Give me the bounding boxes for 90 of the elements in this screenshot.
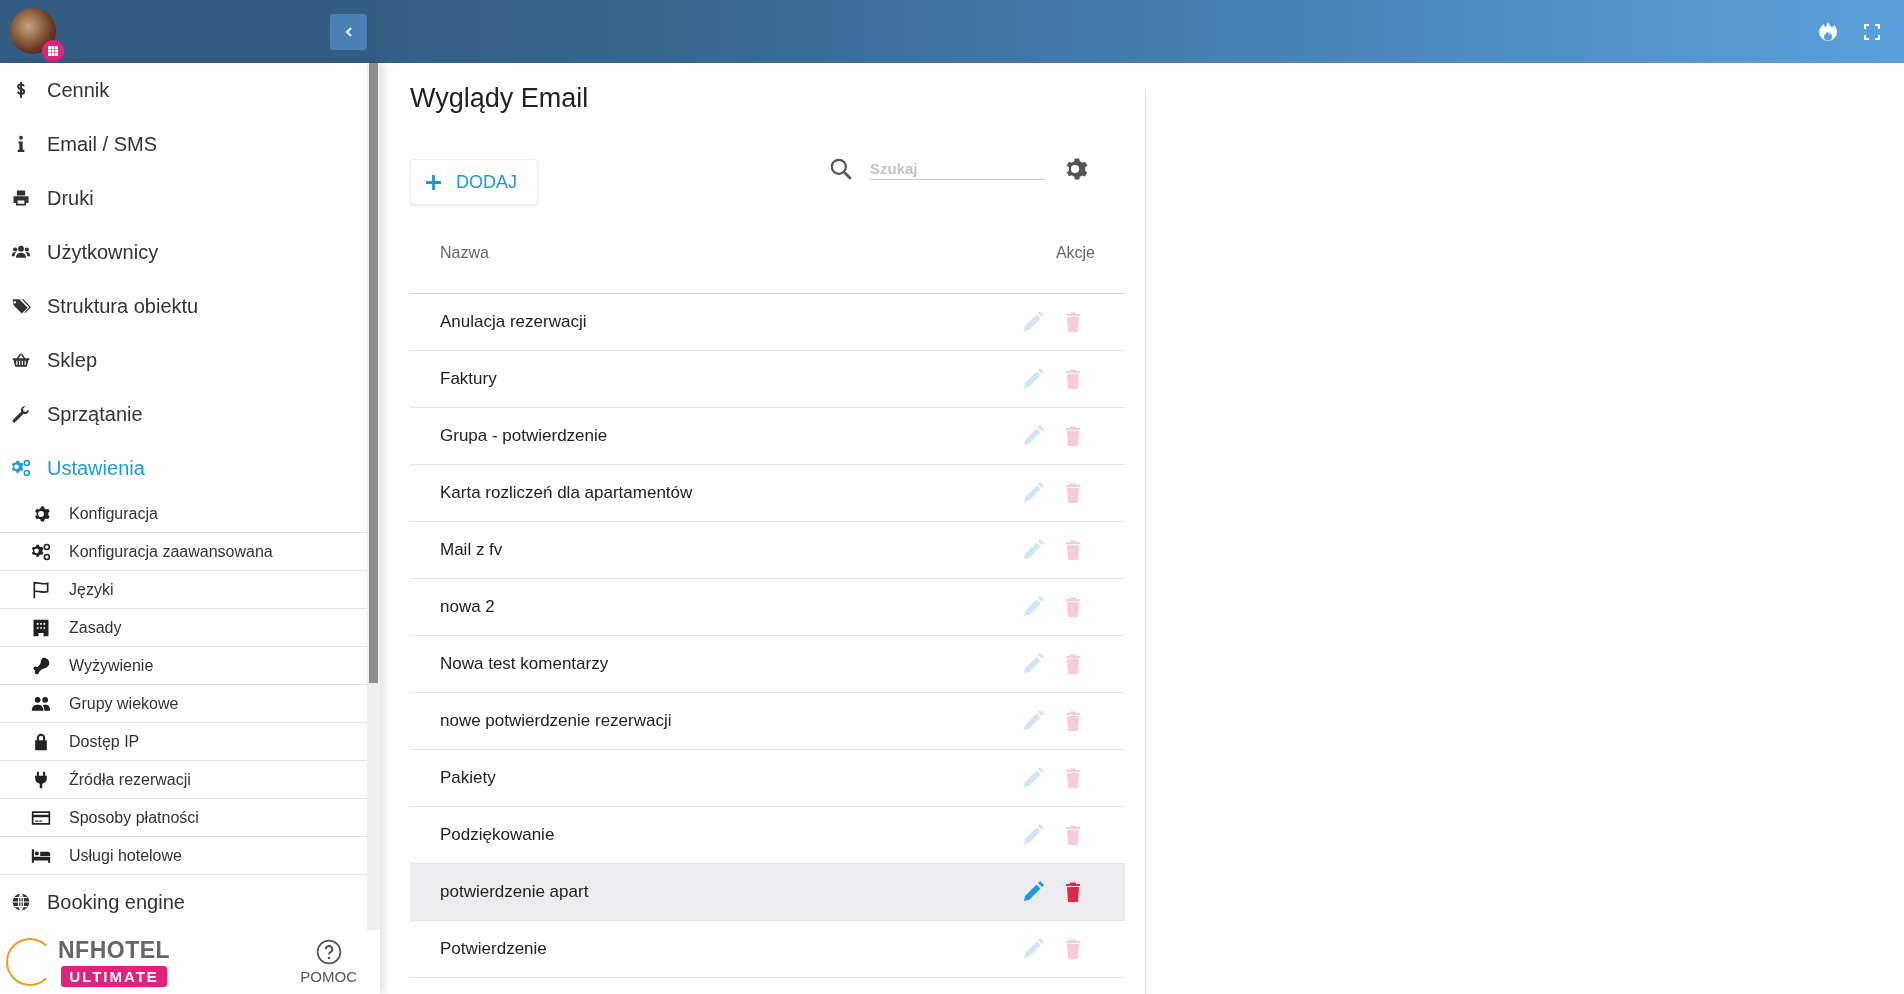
submenu-item[interactable]: Konfiguracja [0,495,367,533]
plus-icon [425,173,442,191]
table-row[interactable]: Grupa - potwierdzenie [410,408,1125,465]
pencil-icon [1021,481,1045,505]
template-name: Karta rozliczeń dla apartamentów [440,483,694,503]
edit-button[interactable] [1021,709,1045,733]
submenu-item[interactable]: Konfiguracja zaawansowana [0,533,367,571]
template-name: Faktury [440,369,498,389]
table-row[interactable]: Potwierdzenie [410,921,1125,978]
submenu-item[interactable]: Dostęp IP [0,723,367,761]
pencil-icon [1021,823,1045,847]
column-header: Akcje [1055,244,1095,262]
table-row[interactable]: nowa 2 [410,579,1125,636]
page-title: Wyglądy Email [410,81,590,115]
table-row[interactable]: Pakiety [410,750,1125,807]
question-circle-icon [315,939,342,965]
flag-icon [31,579,51,600]
template-name: Potwierdzenie [440,939,548,959]
pencil-icon [1021,310,1045,334]
edit-button[interactable] [1021,424,1045,448]
edit-button[interactable] [1021,823,1045,847]
apps-badge[interactable] [42,39,64,62]
building-icon [31,617,51,638]
template-name: Podziękowanie [440,825,556,845]
pencil-icon [1021,595,1045,619]
fullscreen-icon [1864,23,1880,40]
search-field[interactable]: Szukaj [870,158,1045,180]
table-row[interactable]: nowe potwierdzenie rezerwacji [410,693,1125,750]
table-row[interactable]: Mail z fv [410,522,1125,579]
edit-button[interactable] [1021,538,1045,562]
pencil-icon [1021,652,1045,676]
template-name: Pakiety [440,768,497,788]
avatar-photo[interactable] [10,7,56,54]
edit-button[interactable] [1021,367,1045,391]
help-button[interactable]: POMOC [300,939,357,985]
sidebar-item[interactable]: Struktura obiektu [0,279,367,333]
pencil-icon [1021,538,1045,562]
tags-icon [11,296,31,316]
edit-button[interactable] [1021,595,1045,619]
table-row[interactable]: Nowa test komentarzy [410,636,1125,693]
pencil-icon [1021,367,1045,391]
pencil-icon [1021,766,1045,790]
sidebar-item[interactable]: Użytkownicy [0,225,367,279]
template-name: Anulacja rezerwacji [440,312,588,332]
collapse-sidebar-button[interactable] [330,13,367,50]
submenu-item[interactable]: Usługi hotelowe [0,837,367,875]
edit-button[interactable] [1021,766,1045,790]
table-row[interactable]: potwierdzenie apart [410,864,1125,921]
drumstick-icon [31,655,51,676]
edit-button[interactable] [1021,481,1045,505]
sidebar-item[interactable]: Sprzątanie [0,387,367,441]
edition-badge: ULTIMATE [61,966,167,987]
scrollbar-thumb[interactable] [369,63,378,683]
search-icon [828,156,854,182]
globe-icon [11,892,31,912]
template-name: Mail z fv [440,540,504,560]
pencil-icon [1021,424,1045,448]
table-row[interactable]: Karta rozliczeń dla apartamentów [410,465,1125,522]
column-header: Nazwa [440,244,490,262]
submenu-item[interactable]: Sposoby płatności [0,799,367,837]
printer-icon [11,188,31,208]
pencil-icon [1021,880,1045,904]
submenu-item[interactable]: Wyżywienie [0,647,367,685]
edit-button[interactable] [1021,310,1045,334]
edit-button[interactable] [1021,937,1045,961]
table-row[interactable]: Faktury [410,351,1125,408]
submenu-item[interactable]: Zasady [0,609,367,647]
gears-icon [11,458,31,478]
pencil-icon [1021,937,1045,961]
template-name: nowa 2 [440,597,496,617]
template-name: potwierdzenie apart [440,882,590,902]
sidebar-item[interactable]: Druki [0,171,367,225]
gears-icon [31,541,51,562]
sidebar-item[interactable]: Email / SMS [0,117,367,171]
table-row[interactable]: Anulacja rezerwacji [410,294,1125,351]
template-name: Nowa test komentarzy [440,654,610,674]
pencil-icon [1021,709,1045,733]
template-name: Grupa - potwierdzenie [440,426,609,446]
grid-icon [47,44,59,57]
submenu-item[interactable]: Grupy wiekowe [0,685,367,723]
wrench-icon [11,404,31,424]
sidebar-item[interactable]: Booking engine [0,875,367,929]
sidebar-item[interactable]: Cennik [0,63,367,117]
logo-text: NFHOTEL [58,937,171,964]
submenu-item[interactable]: Źródła rezerwacji [0,761,367,799]
edit-button[interactable] [1021,652,1045,676]
submenu-item[interactable]: Języki [0,571,367,609]
template-name: nowe potwierdzenie rezerwacji [440,711,673,731]
edit-button[interactable] [1021,880,1045,904]
sidebar-item[interactable]: Sklep [0,333,367,387]
